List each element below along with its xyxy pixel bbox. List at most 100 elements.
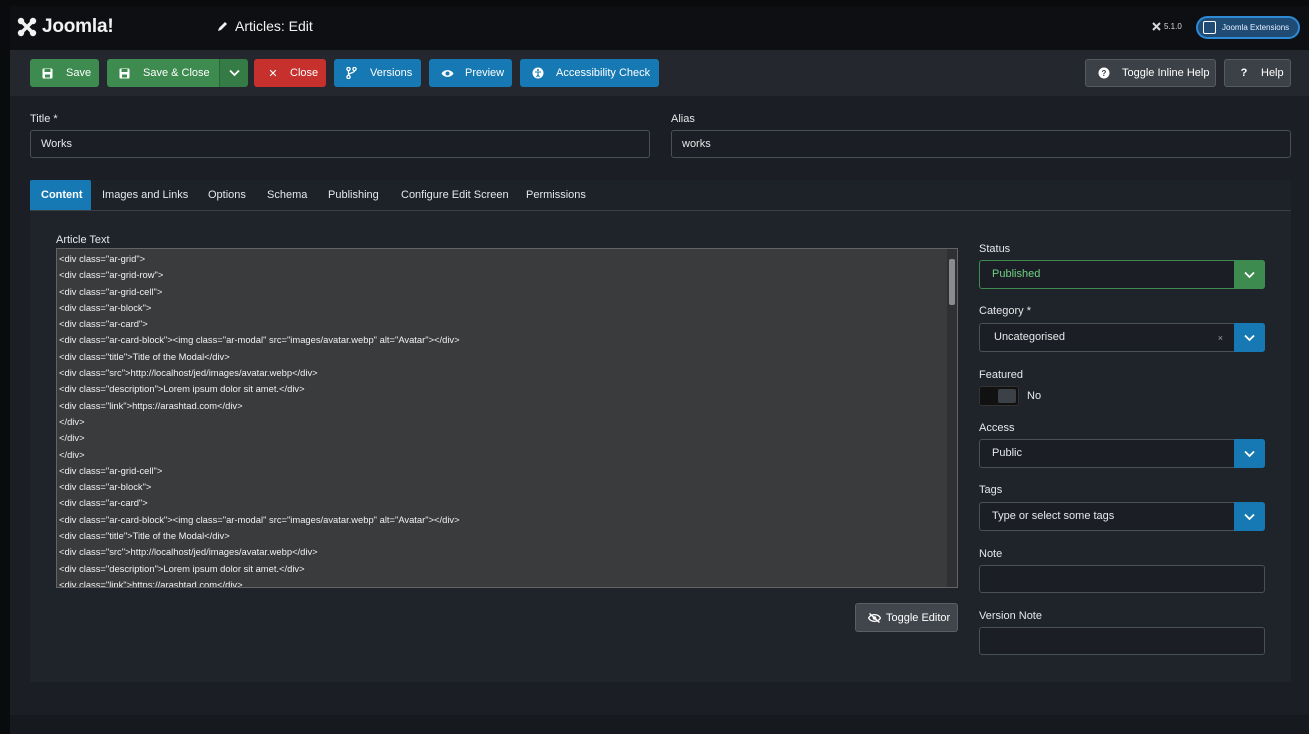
tab-images-and-links[interactable]: Images and Links <box>91 180 199 210</box>
tags-placeholder: Type or select some tags <box>992 510 1115 522</box>
version-note-label: Version Note <box>979 610 1042 622</box>
clear-category-icon[interactable]: × <box>1218 333 1223 343</box>
toggle-editor-label: Toggle Editor <box>886 611 951 624</box>
featured-value: No <box>1027 390 1042 402</box>
versions-button[interactable]: Versions <box>334 59 421 87</box>
tab-content[interactable]: Content <box>30 180 91 210</box>
editor-line: </div> <box>59 448 85 460</box>
joomla-logo-icon <box>17 17 37 37</box>
editor-line: </div> <box>59 415 85 427</box>
logo-text: Joomla! <box>42 16 114 37</box>
access-dropdown-caret[interactable] <box>1234 439 1265 468</box>
footer-strip <box>10 715 1309 734</box>
chevron-down-icon <box>1244 334 1255 341</box>
editor-line: <div class="ar-card"> <box>59 318 148 330</box>
editor-line: <div class="ar-grid-cell"> <box>59 464 163 476</box>
close-label: Close <box>290 67 319 79</box>
toggle-inline-help-button[interactable]: ? Toggle Inline Help <box>1085 59 1216 87</box>
editor-line: <div class="description">Lorem ipsum dol… <box>59 383 305 395</box>
tab-publishing[interactable]: Publishing <box>317 180 390 210</box>
category-label: Category * <box>979 305 1031 317</box>
article-text-label: Article Text <box>56 234 110 246</box>
save-label: Save <box>66 67 92 79</box>
status-select[interactable]: Published <box>979 260 1265 289</box>
category-value: Uncategorised <box>994 331 1065 343</box>
featured-label: Featured <box>979 369 1024 381</box>
editor-line: <div class="description">Lorem ipsum dol… <box>59 562 305 574</box>
toggle-inline-help-label: Toggle Inline Help <box>1122 67 1210 79</box>
joomla-small-icon <box>1152 22 1161 31</box>
joomla-extensions-button[interactable]: Joomla Extensions <box>1196 16 1300 39</box>
title-label: Title * <box>30 113 58 125</box>
tags-label: Tags <box>979 484 1003 496</box>
status-dropdown-caret[interactable] <box>1234 260 1265 289</box>
question-circle-icon: ? <box>1098 67 1112 79</box>
tab-configure-edit-screen[interactable]: Configure Edit Screen <box>390 180 520 210</box>
tab-schema[interactable]: Schema <box>256 180 318 210</box>
editor-line: <div class="src">http://localhost/jed/im… <box>59 546 318 558</box>
alias-input[interactable]: works <box>671 130 1291 158</box>
tab-permissions[interactable]: Permissions <box>515 180 597 210</box>
tab-options[interactable]: Options <box>197 180 257 210</box>
app-window: Joomla! Articles: Edit 5.1.0 Joomla Exte… <box>10 6 1309 734</box>
access-value: Public <box>992 447 1022 459</box>
close-button[interactable]: ✕ Close <box>254 59 326 87</box>
title-input[interactable]: Works <box>30 130 650 158</box>
editor-line: <div class="title">Title of the Modal</d… <box>59 350 230 362</box>
version-badge: 5.1.0 <box>1152 22 1182 31</box>
editor-line: <div class="src">http://localhost/jed/im… <box>59 367 318 379</box>
featured-switch[interactable] <box>979 386 1019 406</box>
editor-scrollbar-thumb[interactable] <box>949 259 955 305</box>
tags-dropdown-caret[interactable] <box>1234 502 1265 531</box>
page-title: Articles: Edit <box>216 18 313 34</box>
tags-select[interactable]: Type or select some tags <box>979 502 1265 531</box>
page-title-text: Articles: Edit <box>235 18 313 34</box>
header-bar: Joomla! Articles: Edit 5.1.0 Joomla Exte… <box>10 6 1309 50</box>
help-label: Help <box>1261 67 1284 79</box>
save-close-icon <box>119 68 133 79</box>
version-note-input[interactable] <box>979 627 1265 655</box>
article-text-editor[interactable]: <div class="ar-grid"> <div class="ar-grid… <box>56 248 958 588</box>
editor-line: <div class="ar-block"> <box>59 481 152 493</box>
help-button[interactable]: ? Help <box>1224 59 1291 87</box>
editor-scrollbar[interactable] <box>947 249 957 587</box>
editor-line: <div class="ar-block"> <box>59 301 152 313</box>
accessibility-icon <box>532 67 546 79</box>
status-value: Published <box>992 268 1041 280</box>
featured-switch-knob <box>998 389 1016 403</box>
question-icon: ? <box>1240 67 1248 79</box>
editor-code[interactable]: <div class="ar-grid"> <div class="ar-grid… <box>59 251 460 587</box>
chevron-down-icon <box>228 69 240 77</box>
editor-line: <div class="ar-card"> <box>59 497 148 509</box>
pencil-icon <box>218 21 227 31</box>
category-dropdown-caret[interactable] <box>1234 323 1265 352</box>
editor-line: <div class="ar-card-block"><img class="a… <box>59 334 460 346</box>
preview-button[interactable]: Preview <box>429 59 512 87</box>
note-label: Note <box>979 548 1003 560</box>
save-options-dropdown[interactable] <box>219 59 248 87</box>
save-close-button[interactable]: Save & Close <box>107 59 219 87</box>
editor-line: <div class="title">Title of the Modal</d… <box>59 530 230 542</box>
eye-icon <box>441 69 455 78</box>
accessibility-check-button[interactable]: Accessibility Check <box>520 59 659 87</box>
note-input[interactable] <box>979 565 1265 593</box>
branch-icon <box>346 67 360 79</box>
save-button[interactable]: Save <box>30 59 99 87</box>
joomla-extensions-label: Joomla Extensions <box>1222 23 1290 32</box>
category-select[interactable]: Uncategorised × <box>979 323 1265 352</box>
accessibility-check-label: Accessibility Check <box>556 67 651 79</box>
editor-line: <div class="ar-grid"> <box>59 253 146 264</box>
close-icon: ✕ <box>268 67 278 80</box>
external-link-icon <box>1203 21 1216 34</box>
toggle-editor-button[interactable]: Toggle Editor <box>855 603 958 632</box>
editor-line: </div> <box>59 432 85 444</box>
chevron-down-icon <box>1244 271 1255 278</box>
version-text: 5.1.0 <box>1164 22 1182 31</box>
access-label: Access <box>979 422 1015 434</box>
editor-line: <div class="ar-card-block"><img class="a… <box>59 513 460 525</box>
save-icon <box>42 68 56 79</box>
content-panel: Article Text <div class="ar-grid"> <div c… <box>30 211 1291 682</box>
joomla-logo[interactable]: Joomla! <box>16 16 114 38</box>
status-label: Status <box>979 243 1011 255</box>
access-select[interactable]: Public <box>979 439 1265 468</box>
